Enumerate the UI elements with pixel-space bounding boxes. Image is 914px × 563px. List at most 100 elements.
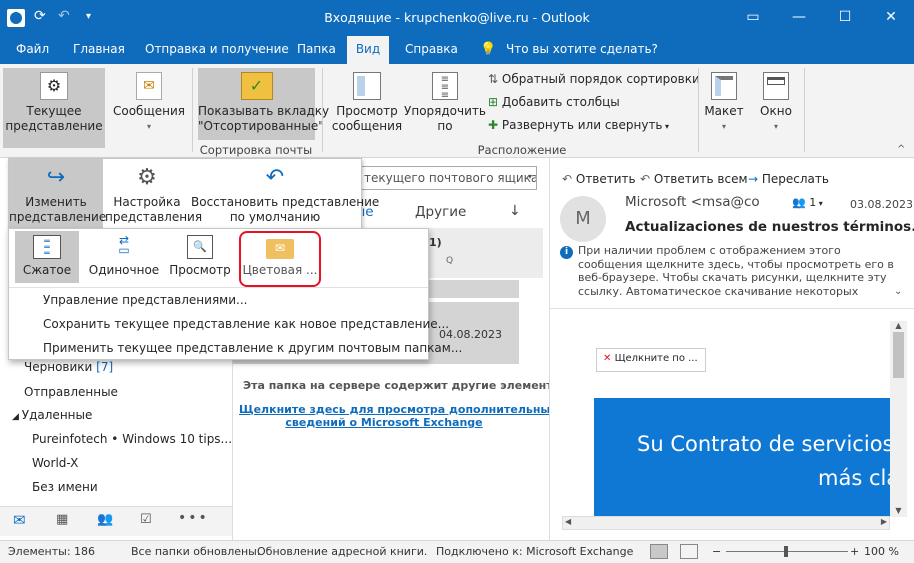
reset-icon: ↶ bbox=[265, 165, 285, 190]
messages-icon: ✉ bbox=[136, 72, 162, 100]
apply-view-item[interactable]: Применить текущее представление к другим… bbox=[43, 341, 462, 355]
view-option-preview[interactable]: 🔍 Просмотр bbox=[167, 231, 233, 283]
tab-help[interactable]: Справка bbox=[405, 36, 458, 64]
group-sort-label: Сортировка почты bbox=[199, 143, 313, 157]
undo-icon[interactable]: ↶ bbox=[58, 8, 70, 24]
show-sorted-tab-button[interactable]: ✓ Показывать вкладку "Отсортированные" bbox=[198, 68, 329, 140]
module-navigation: ✉ ▦ 👥 ☑ ••• bbox=[0, 506, 232, 536]
ribbon: ⚙ Текущее представление ✉ Сообщения ▾ ✓ … bbox=[0, 64, 914, 158]
compact-view-icon: ═ ═ ═ bbox=[33, 235, 61, 259]
tasks-icon[interactable]: ☑ bbox=[140, 512, 152, 527]
server-note: Эта папка на сервере содержит другие эле… bbox=[243, 379, 567, 392]
reset-view-button[interactable]: ↶ Восстановить представление по умолчани… bbox=[191, 159, 379, 229]
scroll-thumb[interactable] bbox=[893, 332, 904, 378]
folder-deleted[interactable]: ◢ Удаленные bbox=[12, 408, 92, 422]
exchange-link[interactable]: Щелкните здесь для просмотра дополнитель… bbox=[239, 403, 557, 429]
subject: Actualizaciones de nuestros términos... bbox=[625, 219, 914, 235]
scroll-down-icon[interactable]: ▼ bbox=[890, 506, 907, 515]
scroll-right-icon[interactable]: ▶ bbox=[881, 517, 887, 526]
reply-icon: ↶ bbox=[562, 172, 576, 186]
banner-line-1: Su Contrato de servicios bbox=[637, 432, 890, 456]
people-nav-icon[interactable]: 👥 bbox=[97, 512, 113, 527]
window-button[interactable]: Окно ▾ bbox=[754, 68, 798, 140]
scrollbar-vertical[interactable]: ▲ ▼ bbox=[890, 321, 907, 517]
gear-icon: ⚙ bbox=[137, 165, 157, 190]
preview-view-icon: 🔍 bbox=[187, 235, 213, 259]
change-view-button[interactable]: ↪ Изменить представление bbox=[9, 159, 106, 229]
view-option-compact[interactable]: ═ ═ ═ Сжатое bbox=[15, 231, 79, 283]
sender[interactable]: Microsoft <msa@co bbox=[625, 194, 760, 210]
view-mail-button[interactable]: Просмотр сообщения bbox=[328, 68, 406, 142]
info-bar[interactable]: При наличии проблем с отображением этого… bbox=[578, 244, 894, 300]
tab-file[interactable]: Файл bbox=[16, 36, 49, 64]
mail-icon[interactable]: ✉ bbox=[13, 511, 26, 529]
scroll-left-icon[interactable]: ◀ bbox=[565, 517, 571, 526]
scroll-up-icon[interactable]: ▲ bbox=[890, 321, 907, 330]
folder-pane: Черновики [7] Отправленные ◢ Удаленные P… bbox=[0, 360, 232, 508]
more-icon[interactable]: ••• bbox=[178, 510, 209, 526]
arrange-by-button[interactable]: ≡ ≡ ≡ Упорядочить по bbox=[404, 68, 486, 142]
zoom-thumb[interactable] bbox=[784, 546, 788, 557]
change-view-gallery: ═ ═ ═ Сжатое ⇄ ▭ Одиночное 🔍 Просмотр ✉ Цве… bbox=[8, 228, 462, 360]
tell-me-search[interactable]: Что вы хотите сделать? bbox=[506, 36, 658, 64]
reverse-sort-button[interactable]: ⇅ Обратный порядок сортировки bbox=[488, 72, 700, 86]
view-option-color[interactable]: ✉ Цветовая ... bbox=[239, 231, 321, 287]
info-expand-icon[interactable]: ⌄ bbox=[894, 286, 902, 297]
scrollbar-horizontal[interactable]: ◀ ▶ bbox=[562, 516, 890, 530]
avatar: M bbox=[560, 196, 606, 242]
received-date: 03.08.2023 bbox=[850, 198, 913, 211]
zoom-out-icon[interactable]: − bbox=[712, 545, 721, 558]
customize-toolbar-icon[interactable]: ▾ bbox=[86, 11, 91, 22]
refresh-icon[interactable]: ⟳ bbox=[34, 8, 46, 24]
messages-button[interactable]: ✉ Сообщения ▾ bbox=[112, 68, 186, 142]
view-option-single[interactable]: ⇄ ▭ Одиночное bbox=[85, 231, 163, 283]
status-bar: Элементы: 186 Все папки обновлены. Обнов… bbox=[0, 540, 914, 563]
forward-button[interactable]: → Переслать bbox=[748, 172, 829, 186]
sort-arrow-icon[interactable]: ↓ bbox=[509, 203, 521, 219]
reading-pane: ↶ Ответить ↶ Ответить всем → Переслать M… bbox=[549, 158, 914, 540]
reply-all-button[interactable]: ↶ Ответить всем bbox=[640, 172, 748, 186]
current-view-button[interactable]: ⚙ Текущее представление bbox=[3, 68, 105, 148]
expand-triangle-icon[interactable]: ◢ bbox=[12, 412, 22, 422]
current-view-icon: ⚙ bbox=[40, 72, 68, 100]
ribbon-display-icon[interactable]: ▭ bbox=[730, 0, 776, 36]
minimize-button[interactable]: — bbox=[776, 0, 822, 36]
manage-views-item[interactable]: Управление представлениями... bbox=[43, 293, 247, 307]
layout-button[interactable]: Макет ▾ bbox=[702, 68, 746, 140]
calendar-icon[interactable]: ▦ bbox=[56, 512, 68, 527]
image-placeholder[interactable]: ✕ Щелкните по ... bbox=[596, 348, 706, 372]
search-input[interactable]: текущего почтового ящика ▾ bbox=[357, 166, 537, 190]
tab-folder[interactable]: Папка bbox=[297, 36, 336, 64]
reply-button[interactable]: ↶ Ответить bbox=[562, 172, 636, 186]
collapse-ribbon-icon[interactable]: ^ bbox=[897, 144, 905, 155]
folder-world-x[interactable]: World-X bbox=[32, 456, 78, 470]
info-icon: i bbox=[560, 246, 573, 259]
status-updated: Все папки обновлены. bbox=[131, 545, 261, 558]
folder-sent[interactable]: Отправленные bbox=[24, 385, 118, 399]
folder-drafts[interactable]: Черновики [7] bbox=[24, 360, 113, 374]
reading-pane-icon bbox=[353, 72, 381, 100]
folder-no-name[interactable]: Без имени bbox=[32, 480, 98, 494]
folder-pureinfotech[interactable]: Pureinfotech • Windows 10 tips... bbox=[32, 432, 232, 446]
zoom-level[interactable]: 100 % bbox=[864, 545, 899, 558]
people-count[interactable]: 👥 1 ▾ bbox=[792, 196, 823, 209]
save-view-item[interactable]: Сохранить текущее представление как ново… bbox=[43, 317, 449, 331]
status-connection: Подключено к: Microsoft Exchange bbox=[436, 545, 634, 558]
people-icon: 👥 bbox=[792, 196, 810, 209]
close-button[interactable]: ✕ bbox=[868, 0, 914, 36]
tab-send-receive[interactable]: Отправка и получение bbox=[145, 36, 289, 64]
tab-other[interactable]: Другие bbox=[415, 204, 466, 220]
view-settings-button[interactable]: ⚙ Настройка представления bbox=[105, 159, 202, 229]
tab-home[interactable]: Главная bbox=[73, 36, 125, 64]
normal-view-icon[interactable] bbox=[650, 544, 668, 559]
maximize-button[interactable]: ☐ bbox=[822, 0, 868, 36]
tab-view[interactable]: Вид bbox=[347, 36, 389, 64]
reading-view-icon[interactable] bbox=[680, 544, 698, 559]
expand-collapse-button[interactable]: ✚ Развернуть или свернуть ▾ bbox=[488, 118, 669, 132]
zoom-in-icon[interactable]: + bbox=[850, 545, 859, 558]
add-columns-button[interactable]: ⊞ Добавить столбцы bbox=[488, 95, 620, 109]
title-bar: ⟳ ↶ ▾ Входящие - krupchenko@live.ru - Ou… bbox=[0, 0, 914, 36]
outlook-logo-icon bbox=[7, 9, 25, 27]
arrange-icon: ≡ ≡ ≡ bbox=[432, 72, 458, 101]
window-title: Входящие - krupchenko@live.ru - Outlook bbox=[324, 10, 590, 25]
